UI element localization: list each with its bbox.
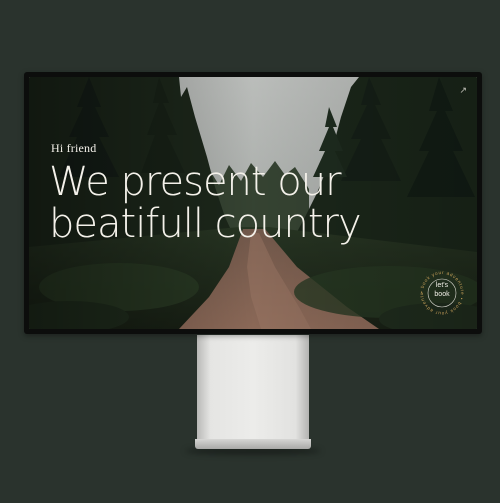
monitor: ↗ Hi friend We present our beatifull cou… (24, 72, 482, 334)
monitor-screen: ↗ Hi friend We present our beatifull cou… (29, 77, 477, 329)
book-label: let's book (417, 281, 467, 299)
hero: Hi friend We present our beatifull count… (49, 141, 362, 247)
book-label-line-1: let's (435, 282, 449, 289)
book-label-line-2: book (434, 291, 450, 298)
page-title: We present our beatifull country (49, 159, 362, 247)
monitor-stand-foot (195, 439, 311, 449)
greeting: Hi friend (51, 141, 97, 155)
headline-line-2: beatifull country (49, 201, 362, 247)
headline-line-1: We present our (49, 159, 342, 205)
monitor-stand (197, 335, 309, 439)
book-button[interactable]: • book your adventure • book your advent… (415, 264, 467, 318)
expand-icon[interactable]: ↗ (459, 86, 467, 96)
